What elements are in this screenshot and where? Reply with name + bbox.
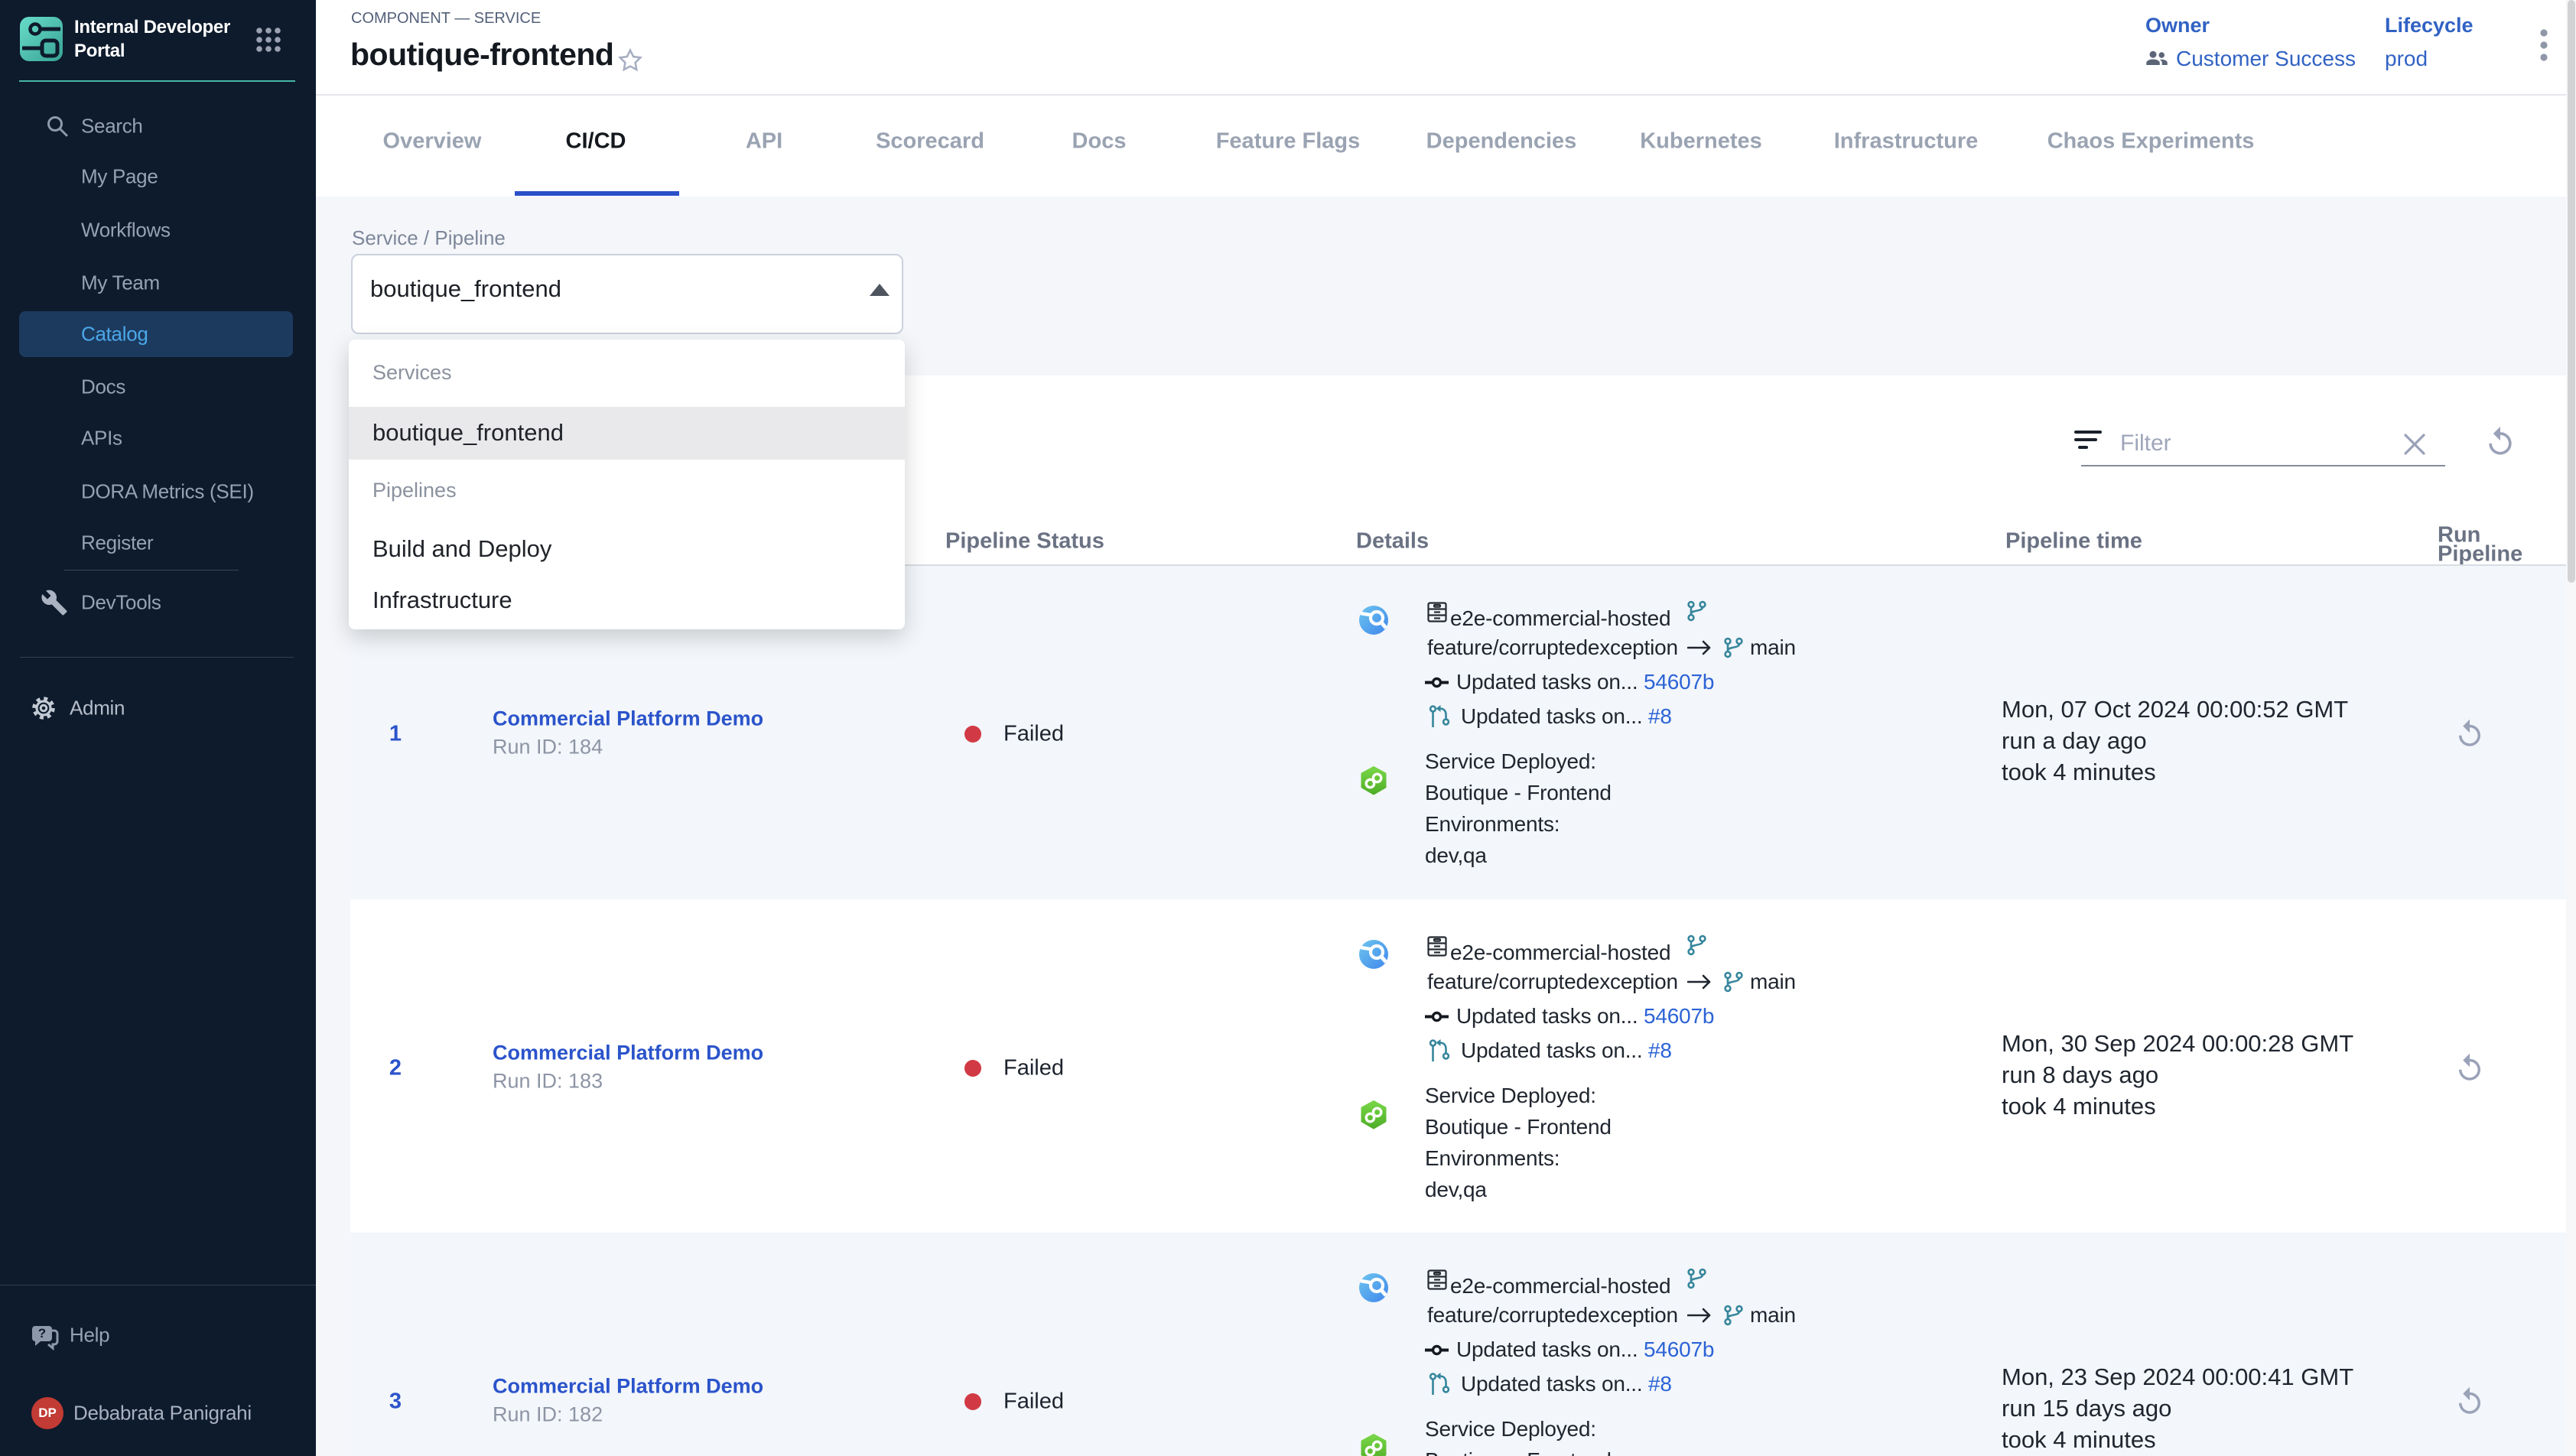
svg-text:?: ? [38,1326,46,1341]
